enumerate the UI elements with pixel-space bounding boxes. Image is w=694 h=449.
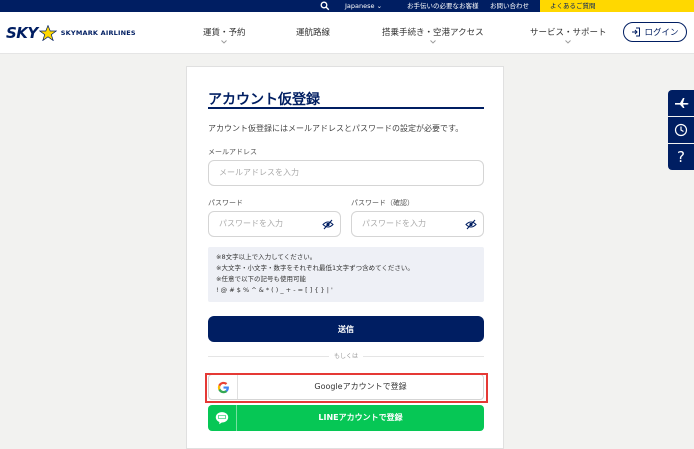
password-rule: ※任意で以下の記号も使用可能 bbox=[216, 275, 306, 283]
top-utility-bar: Japanese ⌄ お手伝いの必要なお客様 お問い合わせ よくあるご質問 bbox=[0, 0, 694, 12]
logo-brand-text: SKYMARK AIRLINES bbox=[60, 29, 136, 37]
nav-checkin-access[interactable]: 搭乗手続き・空港アクセス bbox=[382, 26, 484, 44]
chevron-down-icon bbox=[429, 40, 436, 44]
login-icon bbox=[632, 27, 641, 37]
or-label: もしくは bbox=[329, 351, 363, 360]
chevron-down-icon bbox=[221, 40, 228, 44]
nav-service-support[interactable]: サービス・サポート bbox=[530, 26, 607, 44]
eye-off-icon[interactable] bbox=[465, 219, 477, 230]
nav-label: 運航路線 bbox=[296, 28, 331, 38]
password-confirm-label: パスワード（確認） bbox=[351, 199, 414, 207]
password-rule: ※8文字以上で入力してください。 bbox=[216, 253, 317, 261]
clock-icon bbox=[674, 123, 688, 137]
eye-off-icon[interactable] bbox=[322, 219, 334, 230]
password-confirm-placeholder: パスワードを入力 bbox=[362, 219, 426, 228]
star-logo-icon bbox=[38, 25, 57, 41]
login-button[interactable]: ログイン bbox=[623, 22, 687, 42]
side-timetable-button[interactable] bbox=[668, 117, 694, 143]
line-signup-label: LINEアカウントで登録 bbox=[318, 413, 403, 422]
email-label: メールアドレス bbox=[208, 148, 257, 156]
chevron-down-icon bbox=[565, 40, 572, 44]
login-label: ログイン bbox=[644, 28, 679, 38]
form-description: アカウント仮登録にはメールアドレスとパスワードの設定が必要です。 bbox=[208, 124, 464, 133]
nav-label: サービス・サポート bbox=[530, 28, 607, 38]
nav-label: 搭乗手続き・空港アクセス bbox=[382, 28, 484, 38]
side-flight-button[interactable] bbox=[668, 90, 694, 116]
highlight-box bbox=[205, 373, 488, 403]
line-icon bbox=[215, 412, 229, 425]
side-help-button[interactable]: ? bbox=[668, 144, 694, 170]
logo-sky-text: SKY bbox=[6, 24, 38, 42]
nav-fares-booking[interactable]: 運賃・予約 bbox=[203, 26, 246, 44]
email-input[interactable]: メールアドレスを入力 bbox=[208, 160, 484, 186]
password-rule: ※大文字・小文字・数字をそれぞれ最低1文字ずつ含めてください。 bbox=[216, 264, 414, 272]
search-icon[interactable] bbox=[320, 1, 330, 11]
submit-button[interactable]: 送信 bbox=[208, 316, 484, 342]
contact-link[interactable]: お問い合わせ bbox=[490, 1, 529, 11]
nav-routes[interactable]: 運航路線 bbox=[296, 26, 330, 38]
password-label: パスワード bbox=[208, 199, 243, 207]
line-signup-button[interactable]: LINEアカウントで登録 bbox=[208, 405, 484, 431]
airplane-icon bbox=[674, 98, 688, 108]
site-header: SKY SKYMARK AIRLINES 運賃・予約 運航路線 搭乗手続き・空港… bbox=[0, 12, 694, 54]
password-confirm-input[interactable]: パスワードを入力 bbox=[351, 211, 484, 237]
password-input[interactable]: パスワードを入力 bbox=[208, 211, 341, 237]
title-underline bbox=[208, 107, 484, 109]
skymark-logo[interactable]: SKY SKYMARK AIRLINES bbox=[6, 24, 136, 42]
page-title: アカウント仮登録 bbox=[208, 92, 320, 108]
help-icon: ? bbox=[677, 148, 685, 166]
password-rules-box: ※8文字以上で入力してください。 ※大文字・小文字・数字をそれぞれ最低1文字ずつ… bbox=[208, 247, 484, 302]
password-placeholder: パスワードを入力 bbox=[219, 219, 283, 228]
password-rule: ! @ # $ % ^ & * ( ) _ + - = [ ] { } | ' bbox=[216, 286, 333, 294]
faq-link[interactable]: よくあるご質問 bbox=[540, 0, 694, 12]
language-selector[interactable]: Japanese ⌄ bbox=[345, 1, 382, 11]
assistance-link[interactable]: お手伝いの必要なお客様 bbox=[407, 1, 479, 11]
nav-label: 運賃・予約 bbox=[203, 28, 246, 38]
faq-link-label: よくあるご質問 bbox=[550, 2, 596, 10]
